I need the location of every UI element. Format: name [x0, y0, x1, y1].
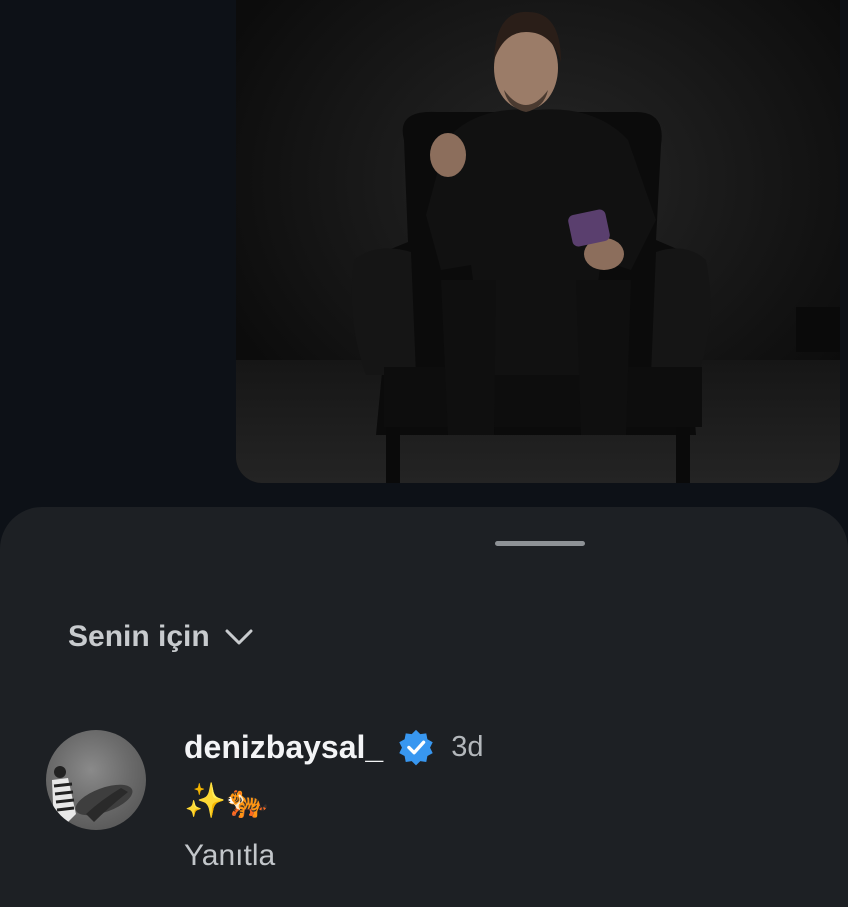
comments-filter-label: Senin için	[68, 620, 210, 653]
avatar-photo	[52, 766, 133, 826]
comment-header: denizbaysal_ 3d	[184, 727, 483, 767]
sheet-drag-handle[interactable]	[495, 541, 585, 546]
verified-badge-icon	[399, 729, 433, 766]
comment-username[interactable]: denizbaysal_	[184, 729, 383, 766]
comment-text: ✨🐅	[184, 782, 269, 820]
chevron-down-icon	[225, 629, 253, 645]
comments-sheet: Senin için denizbaysal_ 3d ✨🐅 Yanıtla	[0, 507, 848, 907]
post-video-frame	[236, 0, 840, 483]
comment-timestamp: 3d	[451, 730, 484, 763]
post-media[interactable]	[236, 0, 840, 483]
avatar[interactable]	[46, 730, 146, 830]
comments-filter-dropdown[interactable]: Senin için	[68, 620, 254, 654]
comment-item: denizbaysal_ 3d ✨🐅 Yanıtla	[46, 727, 826, 887]
reply-button[interactable]: Yanıtla	[184, 839, 275, 873]
